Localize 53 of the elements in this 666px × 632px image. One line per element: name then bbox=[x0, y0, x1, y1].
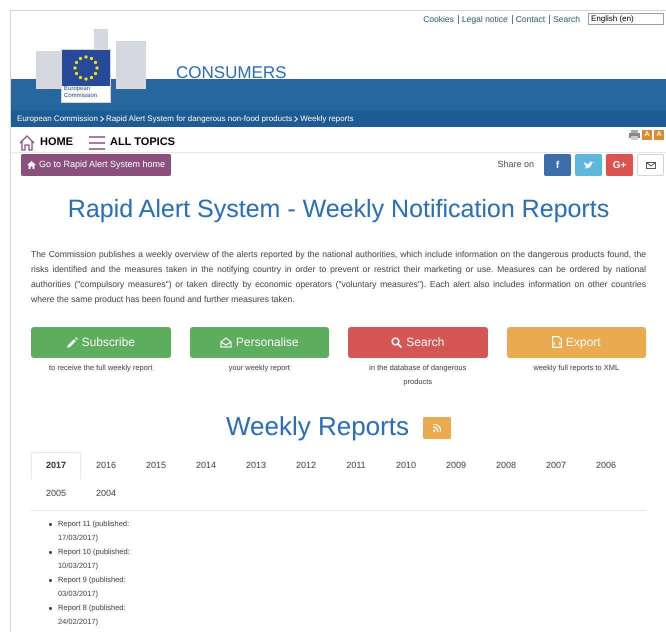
bullet-icon bbox=[49, 550, 52, 554]
year-tab[interactable]: 2004 bbox=[81, 480, 131, 508]
twitter-share-button[interactable] bbox=[575, 154, 602, 176]
year-tab[interactable]: 2011 bbox=[331, 452, 381, 480]
intro-paragraph: The Commission publishes a weekly overview of the alerts reported by the national authorities, which include information on the dangerous products found, the risks identified and the measures taken in the notifying country in order to prevent or restrict their marketing or use. Measures can be ordered by national authorities ("compulsory measures") or taken directly by economic operators ("voluntary measures"). Each alert also includes information on other countries where the same product has been found and further measures taken. bbox=[31, 248, 646, 306]
rss-button[interactable] bbox=[423, 417, 452, 439]
top-link[interactable]: Search bbox=[549, 14, 580, 24]
year-tab[interactable]: 2007 bbox=[531, 452, 581, 480]
menu-icon bbox=[89, 136, 105, 150]
year-tab[interactable]: 2006 bbox=[581, 452, 631, 480]
nav-link[interactable]: HOME bbox=[19, 134, 73, 151]
top-link[interactable]: Legal notice bbox=[458, 14, 508, 24]
search-icon bbox=[391, 336, 402, 348]
year-tab[interactable]: 2012 bbox=[281, 452, 331, 480]
bullet-icon bbox=[49, 522, 52, 526]
top-link[interactable]: Cookies bbox=[423, 14, 454, 24]
envelope-icon bbox=[646, 162, 656, 168]
pencil-icon bbox=[66, 336, 78, 348]
breadcrumb-link[interactable]: European Commission bbox=[17, 113, 98, 125]
envelope-icon bbox=[220, 336, 232, 348]
chevron-icon bbox=[100, 116, 104, 122]
year-tab[interactable]: 2005 bbox=[31, 480, 81, 508]
page-title: Rapid Alert System - Weekly Notification Reports bbox=[66, 194, 610, 225]
top-link[interactable]: Contact bbox=[512, 14, 546, 24]
print-icon[interactable] bbox=[629, 130, 640, 140]
search-button[interactable]: Search bbox=[348, 326, 488, 358]
breadcrumb-link[interactable]: Weekly reports bbox=[300, 113, 354, 125]
email-share-button[interactable] bbox=[637, 154, 664, 176]
bullet-icon bbox=[49, 578, 52, 582]
year-tab[interactable]: 2013 bbox=[231, 452, 281, 480]
bird-icon bbox=[584, 161, 594, 169]
home-icon bbox=[27, 161, 36, 169]
chevron-icon bbox=[294, 116, 298, 122]
breadcrumb-link[interactable]: Rapid Alert System for dangerous non-food products bbox=[106, 113, 292, 125]
nav-link[interactable]: ALL TOPICS bbox=[89, 134, 175, 151]
document-icon bbox=[552, 336, 562, 348]
year-tab[interactable]: 2014 bbox=[181, 452, 231, 480]
year-tab[interactable]: 2010 bbox=[381, 452, 431, 480]
facebook-share-button[interactable]: f bbox=[544, 154, 571, 176]
year-tab[interactable]: 2015 bbox=[131, 452, 181, 480]
language-field[interactable]: English (en) bbox=[588, 13, 664, 25]
year-tab[interactable]: 2008 bbox=[481, 452, 531, 480]
year-tab[interactable]: 2009 bbox=[431, 452, 481, 480]
site-title: CONSUMERS bbox=[176, 62, 287, 84]
rss-icon bbox=[433, 424, 442, 432]
bullet-icon bbox=[49, 606, 52, 610]
google-share-button[interactable]: G+ bbox=[606, 154, 633, 176]
section-heading: Weekly Reports bbox=[226, 410, 410, 442]
home-icon bbox=[19, 134, 35, 150]
rapid-alert-home-button[interactable]: Go to Rapid Alert System home bbox=[21, 154, 172, 176]
year-tab[interactable]: 2017 bbox=[31, 452, 81, 480]
year-tab[interactable]: 2016 bbox=[81, 452, 131, 480]
share-label: Share on bbox=[497, 158, 534, 172]
